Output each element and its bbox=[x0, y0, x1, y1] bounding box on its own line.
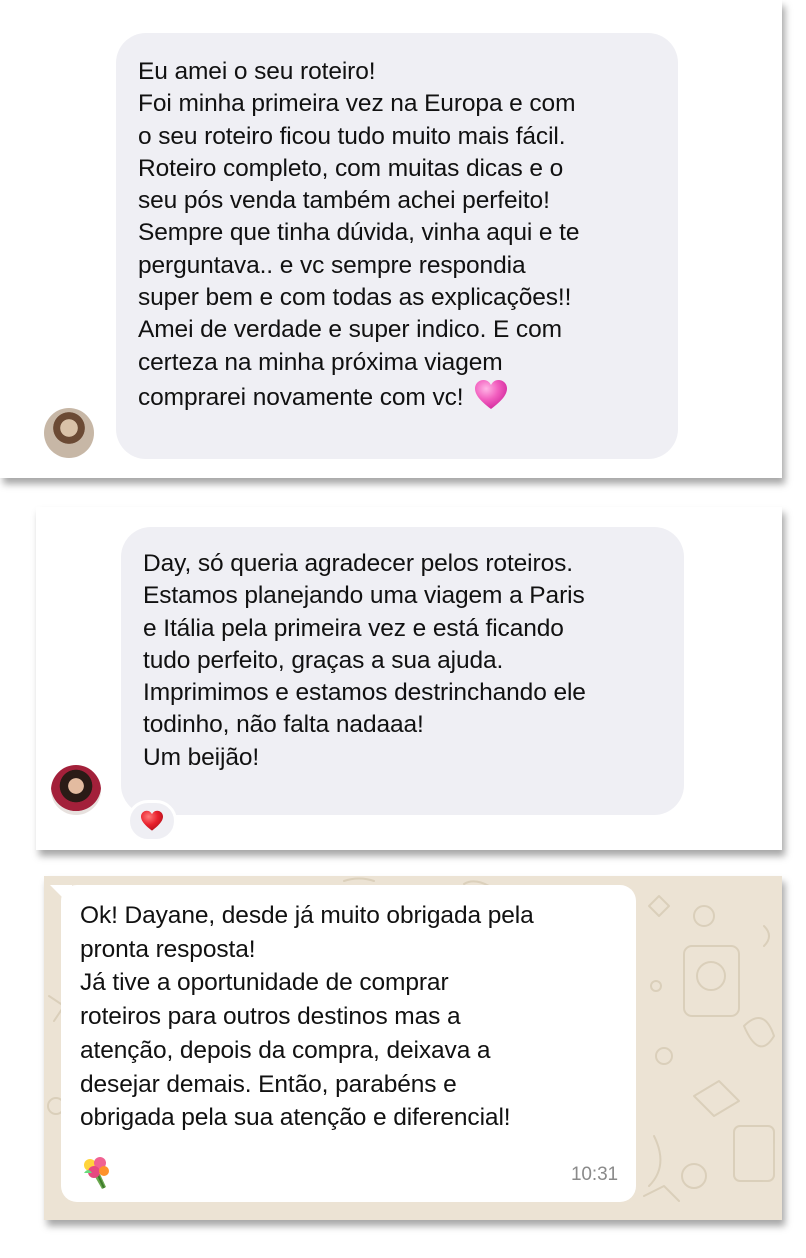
sender-avatar[interactable] bbox=[44, 408, 94, 458]
message-text-line: Um beijão! bbox=[143, 743, 260, 771]
message-text-line: super bem e com todas as explicações!! bbox=[138, 284, 572, 312]
message-text-line: Estamos planejando uma viagem a Paris bbox=[143, 582, 585, 610]
message-text-line: Já tive a oportunidade de comprar bbox=[80, 969, 449, 997]
message-text-line: Eu amei o seu roteiro! bbox=[138, 58, 376, 85]
message-text-line: Imprimimos e estamos destrinchando ele bbox=[143, 679, 586, 707]
message-text-line: Sempre que tinha dúvida, vinha aqui e te bbox=[138, 219, 580, 247]
message-text-line: e Itália pela primeira vez e está ficand… bbox=[143, 614, 564, 642]
message-text-line: desejar demais. Então, parabéns e bbox=[80, 1070, 457, 1098]
reaction-badge[interactable] bbox=[127, 800, 177, 842]
testimonial-card-2: Day, só queria agradecer pelos roteiros.… bbox=[36, 507, 782, 850]
message-text-segment: comprarei novamente com vc! bbox=[138, 383, 464, 411]
message-bubble[interactable]: Ok! Dayane, desde já muito obrigada pela… bbox=[50, 885, 636, 1202]
message-bubble[interactable]: Day, só queria agradecer pelos roteiros.… bbox=[121, 527, 684, 815]
message-text-line: Foi minha primeira vez na Europa e com bbox=[138, 90, 576, 118]
message-text-line: comprarei novamente com vc! bbox=[138, 379, 662, 414]
testimonial-card-1: Eu amei o seu roteiro! Foi minha primeir… bbox=[0, 0, 782, 478]
bouquet-icon bbox=[84, 1157, 109, 1189]
message-text-line: Day, só queria agradecer pelos roteiros. bbox=[143, 550, 573, 577]
message-text-line: atenção, depois da compra, deixava a bbox=[80, 1036, 491, 1064]
message-text-line: todinho, não falta nadaaa! bbox=[143, 711, 424, 739]
message-text-line: perguntava.. e vc sempre respondia bbox=[138, 251, 526, 279]
red-heart-icon bbox=[141, 810, 163, 831]
message-text-line: seu pós venda também achei perfeito! bbox=[138, 187, 550, 215]
message-text-line: o seu roteiro ficou tudo muito mais fáci… bbox=[138, 122, 566, 150]
message-text-line: certeza na minha próxima viagem bbox=[138, 348, 503, 376]
pink-heart-icon bbox=[475, 379, 508, 409]
message-text-line: pronta resposta! bbox=[80, 935, 256, 963]
message-bubble[interactable]: Eu amei o seu roteiro! Foi minha primeir… bbox=[116, 33, 678, 459]
bubble-tail bbox=[50, 885, 72, 907]
message-text-line: tudo perfeito, graças a sua ajuda. bbox=[143, 646, 504, 674]
testimonial-card-3: Ok! Dayane, desde já muito obrigada pela… bbox=[44, 876, 782, 1220]
message-text-line: Amei de verdade e super indico. E com bbox=[138, 316, 562, 344]
message-timestamp: 10:31 bbox=[570, 1164, 618, 1186]
message-text-line: obrigada pela sua atenção e diferencial! bbox=[80, 1104, 511, 1132]
message-text-line: roteiros para outros destinos mas a bbox=[80, 1003, 461, 1031]
message-text-line: Ok! Dayane, desde já muito obrigada pela bbox=[80, 902, 534, 929]
sender-avatar[interactable] bbox=[51, 765, 101, 815]
message-text-line: Roteiro completo, com muitas dicas e o bbox=[138, 154, 564, 182]
